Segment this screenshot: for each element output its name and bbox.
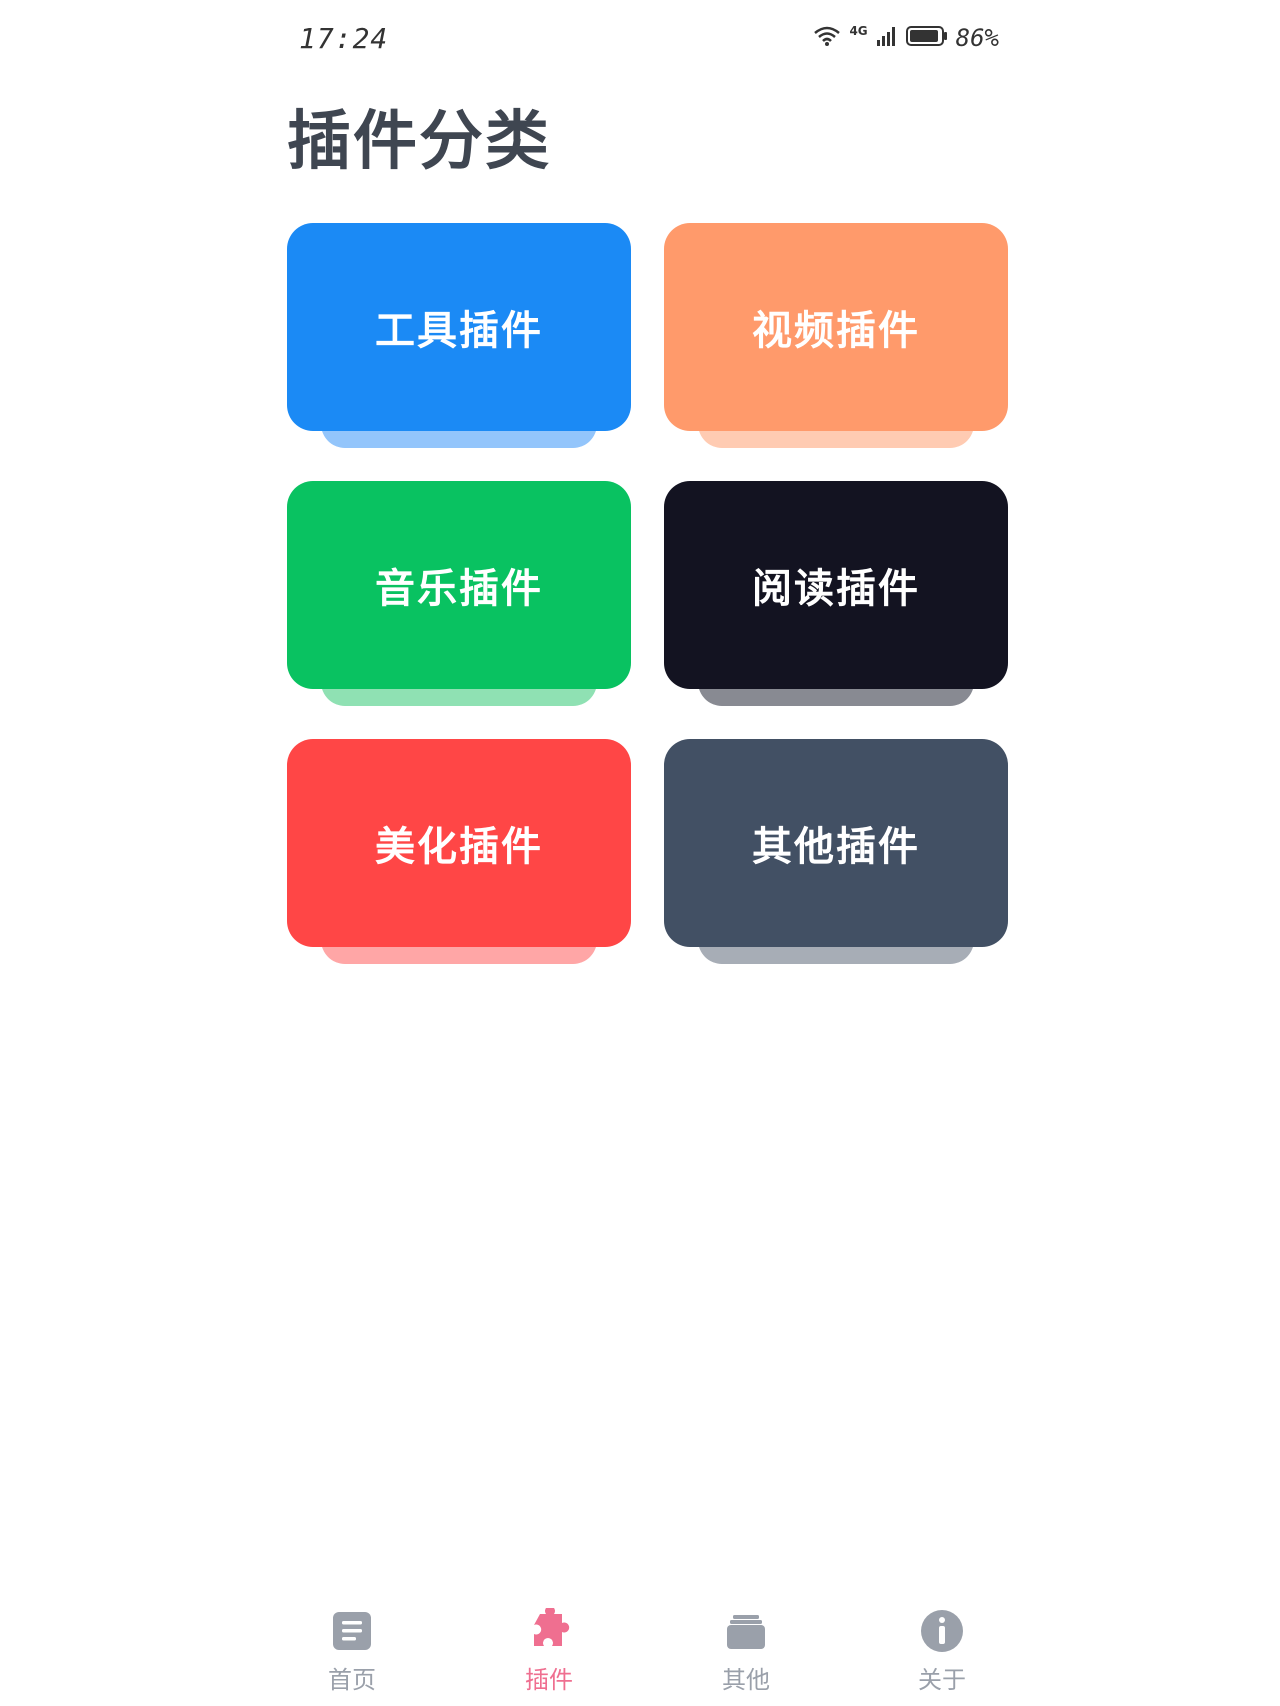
category-card-tools[interactable]: 工具插件 [287,223,631,431]
category-card-beautify[interactable]: 美化插件 [287,739,631,947]
category-card-wrap: 阅读插件 [664,481,1008,706]
nav-item-plugins[interactable]: 插件 [489,1608,609,1695]
category-card-wrap: 音乐插件 [287,481,631,706]
network-type-label: 4G [849,24,868,38]
status-bar: 17:24 4G 86% [299,22,999,58]
battery-percent: 86% [955,24,999,52]
nav-label-other: 其他 [722,1666,770,1694]
category-card-other[interactable]: 其他插件 [664,739,1008,947]
category-card-music[interactable]: 音乐插件 [287,481,631,689]
category-card-reading[interactable]: 阅读插件 [664,481,1008,689]
wifi-icon [813,25,841,51]
nav-item-about[interactable]: 关于 [882,1608,1002,1695]
category-card-wrap: 美化插件 [287,739,631,964]
status-indicators: 4G 86% [813,24,999,52]
category-card-wrap: 其他插件 [664,739,1008,964]
nav-label-plugins: 插件 [525,1666,573,1694]
folder-icon [723,1608,769,1654]
status-time: 17:24 [299,22,389,55]
category-card-wrap: 视频插件 [664,223,1008,448]
bottom-nav: 首页 插件 其他 关于 [0,1608,1280,1706]
nav-label-about: 关于 [918,1666,966,1694]
nav-label-home: 首页 [328,1666,376,1694]
document-icon [329,1608,375,1654]
nav-item-home[interactable]: 首页 [292,1608,412,1695]
info-icon [919,1608,965,1654]
puzzle-icon [526,1608,572,1654]
signal-icon [876,26,898,50]
battery-icon [905,25,948,51]
category-card-video[interactable]: 视频插件 [664,223,1008,431]
page-title: 插件分类 [287,105,551,179]
nav-item-other[interactable]: 其他 [686,1608,806,1695]
category-card-wrap: 工具插件 [287,223,631,448]
